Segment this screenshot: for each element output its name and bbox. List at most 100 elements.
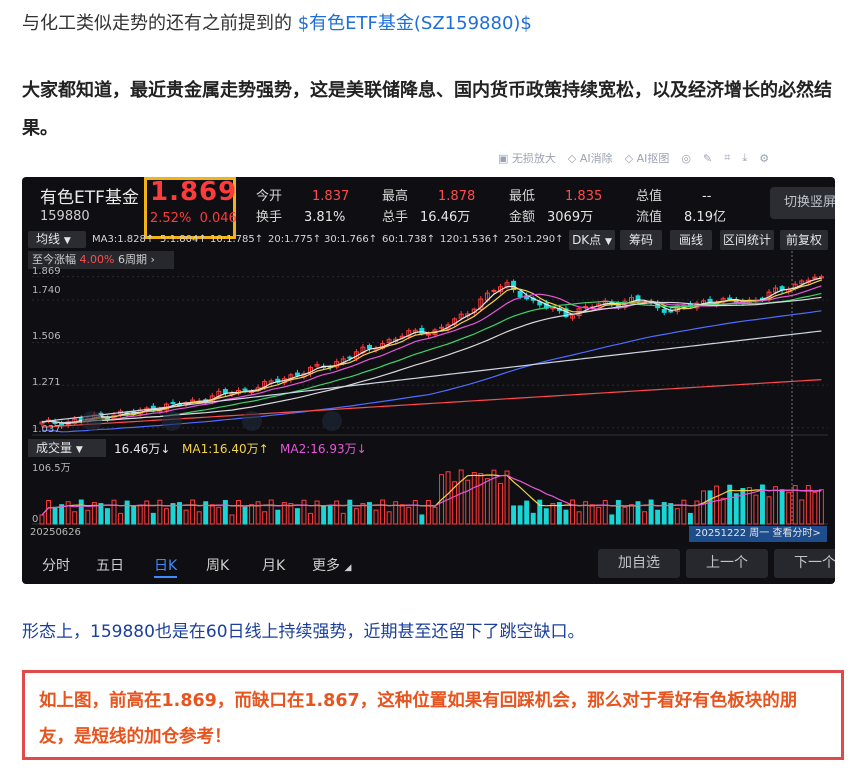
volume-bar	[615, 500, 621, 525]
next-button[interactable]: 下一个	[774, 549, 835, 578]
volume-bar	[216, 506, 222, 525]
volume-bar	[98, 503, 104, 525]
volume-bar	[85, 509, 91, 525]
lossless-zoom-button[interactable]: ▣ 无损放大	[498, 150, 556, 166]
volume-bar	[321, 505, 327, 525]
volume-bar	[740, 488, 746, 525]
volume-bar	[72, 511, 78, 525]
volume-bar	[425, 500, 431, 525]
y-tick-label: 1.869	[32, 266, 61, 277]
settings-icon[interactable]: ⚙	[759, 152, 769, 165]
volume-bar	[170, 503, 176, 525]
add-watchlist-button[interactable]: 加自选	[598, 549, 680, 578]
volume-ma2-line	[41, 474, 822, 516]
ma60-line	[41, 310, 822, 433]
volume-bar	[818, 489, 824, 525]
chart-nav-button	[242, 411, 262, 431]
tab-weekly-k[interactable]: 周K	[206, 555, 229, 575]
volume-bar	[131, 505, 137, 525]
callout-box: 如上图，前高在1.869，而缺口在1.867，这种位置如果有回踩机会，那么对于看…	[22, 670, 844, 760]
previous-button[interactable]: 上一个	[686, 549, 768, 578]
volume-bar	[386, 511, 392, 525]
volume-bar	[753, 494, 759, 525]
volume-bar	[301, 499, 307, 525]
volume-bar	[137, 505, 143, 525]
volume-bar	[406, 506, 412, 525]
stock-chart-panel: 有色ETF基金 159880 1.869 2.52% 0.046 今开 1.837…	[22, 177, 835, 584]
volume-bar	[124, 500, 130, 525]
volume-bar	[229, 514, 235, 525]
volume-bar	[668, 503, 674, 525]
candle	[222, 389, 228, 394]
chart-nav-button	[322, 411, 342, 431]
volume-bar	[733, 493, 739, 525]
volume-bar	[766, 496, 772, 525]
tab-five-day[interactable]: 五日	[96, 555, 124, 575]
candle	[294, 372, 300, 376]
volume-bar	[792, 485, 798, 525]
volume-bar	[419, 514, 425, 525]
candle	[517, 290, 523, 298]
kline-chart[interactable]	[22, 177, 835, 584]
volume-bar	[347, 499, 353, 525]
ai-erase-button[interactable]: ◇ AI消除	[568, 150, 613, 166]
volume-bar	[576, 511, 582, 525]
candle	[367, 344, 372, 349]
volume-bar	[209, 504, 215, 525]
volume-bar	[52, 506, 58, 525]
volume-bar	[642, 511, 648, 525]
volume-bar	[412, 500, 418, 525]
volume-bar	[46, 500, 51, 525]
tab-daily-k[interactable]: 日K	[154, 555, 178, 578]
volume-bar	[190, 499, 196, 525]
volume-bar	[609, 514, 615, 525]
volume-bar	[465, 479, 471, 525]
volume-bar	[380, 499, 386, 525]
volume-bar	[288, 503, 294, 525]
edit-icon[interactable]: ✎	[703, 152, 712, 165]
crop-icon[interactable]: ⌗	[724, 151, 730, 165]
volume-bar	[622, 506, 628, 525]
volume-bar	[504, 470, 510, 525]
y-tick-label: 1.037	[32, 424, 61, 435]
volume-bar	[720, 497, 726, 525]
image-toolbar: ▣ 无损放大 ◇ AI消除 ◇ AI抠图 ◎ ✎ ⌗ ⤓ ⚙	[498, 144, 854, 172]
volume-bar	[294, 508, 300, 525]
download-icon[interactable]: ⤓	[742, 151, 747, 165]
ai-cutout-button[interactable]: ◇ AI抠图	[625, 150, 670, 166]
ma250-line	[41, 379, 822, 428]
tab-more[interactable]: 更多 ◢	[312, 555, 351, 575]
stock-link[interactable]: $有色ETF基金(SZ159880)$	[298, 13, 532, 34]
volume-bar	[118, 512, 124, 525]
volume-axis-top: 106.5万	[32, 463, 71, 474]
volume-bar	[163, 508, 169, 525]
volume-bar	[517, 505, 523, 525]
volume-bar	[308, 512, 313, 525]
volume-bar	[799, 499, 805, 525]
cursor-date[interactable]: 20251222 周一 查看分时>	[689, 526, 827, 542]
volume-bar	[655, 509, 661, 525]
volume-bar	[543, 508, 549, 525]
volume-bar	[373, 509, 379, 525]
volume-bar	[222, 500, 228, 525]
volume-bar	[478, 473, 484, 525]
tab-intraday[interactable]: 分时	[42, 555, 70, 575]
volume-bar	[314, 500, 320, 525]
period-tabs: 分时 五日 日K 周K 月K 更多 ◢ 加自选 上一个 下一个	[22, 549, 835, 584]
volume-bar	[714, 485, 720, 525]
candle	[425, 333, 431, 336]
volume-bar	[111, 499, 117, 525]
y-tick-label: 1.506	[32, 331, 61, 342]
volume-select[interactable]: 成交量 ▼	[28, 439, 106, 457]
volume-bar	[360, 503, 366, 525]
volume-bar	[524, 500, 530, 525]
volume-bar	[596, 506, 602, 525]
target-icon[interactable]: ◎	[681, 152, 691, 165]
volume-bar	[236, 500, 241, 525]
volume-bar	[275, 509, 281, 525]
volume-bar	[812, 491, 818, 525]
tab-monthly-k[interactable]: 月K	[262, 555, 285, 575]
volume-bar	[157, 499, 163, 525]
volume-ma1-line	[41, 474, 822, 516]
volume-bar	[589, 504, 595, 525]
